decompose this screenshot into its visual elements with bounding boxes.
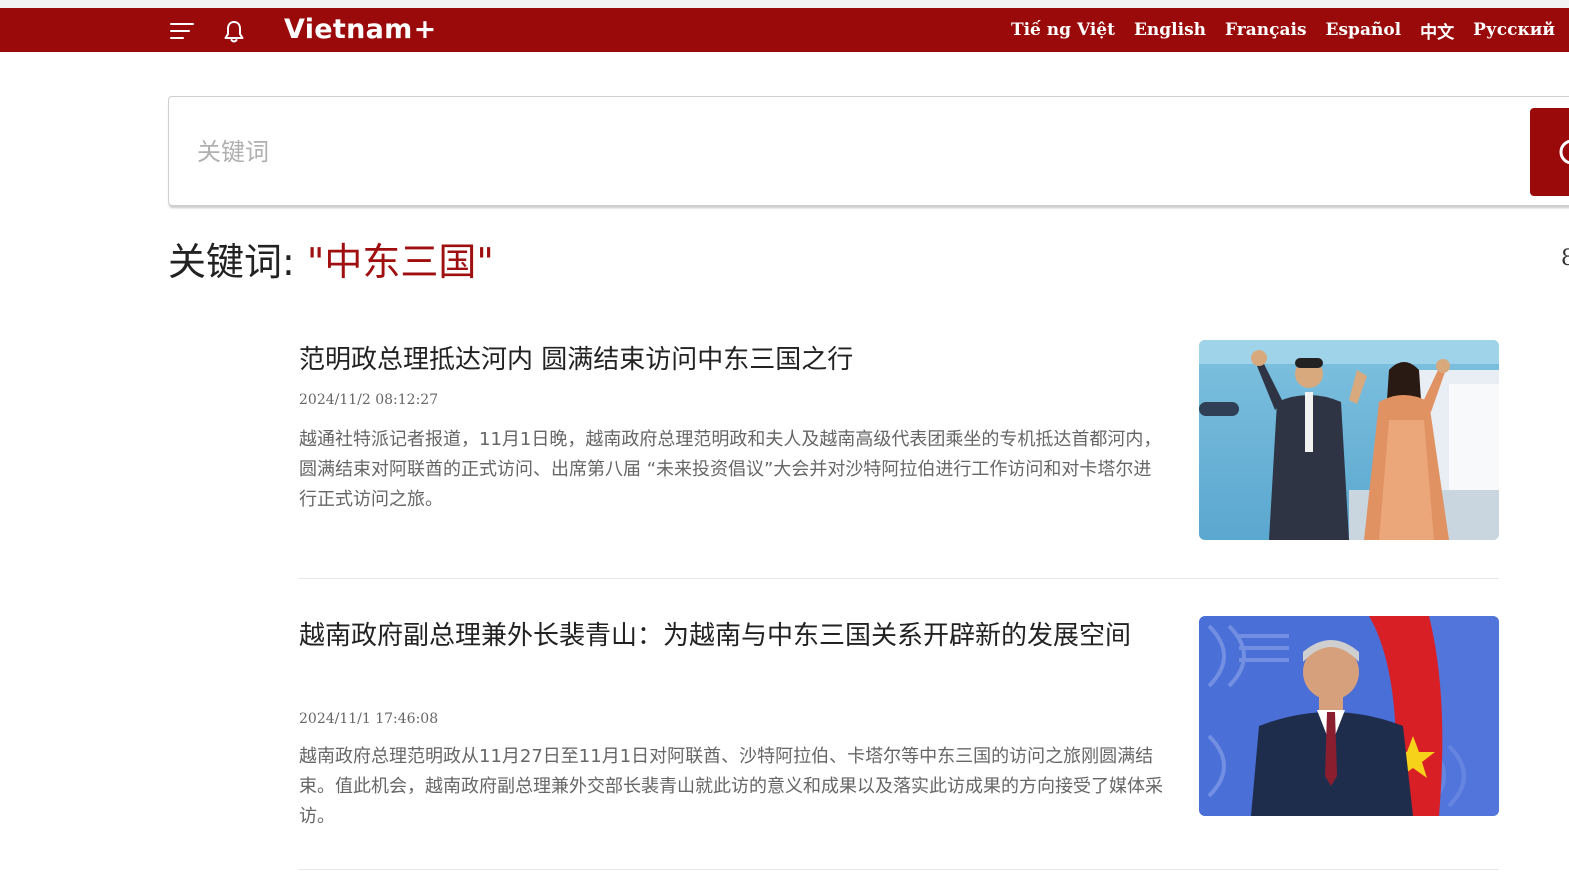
search-box [168,96,1569,206]
language-switcher: Tiế ng Việt English Français Español 中文 … [1011,8,1555,52]
article-thumbnail[interactable] [1199,340,1499,540]
search-button[interactable] [1530,108,1569,196]
search-icon [1559,139,1569,165]
article-summary: 越南政府总理范明政从11月27日至11月1日对阿联酋、沙特阿拉伯、卡塔尔等中东三… [299,746,1163,827]
article-date: 2024/11/2 08:12:27 [299,392,439,408]
result-count: 8 [1561,246,1569,271]
logo-plus: + [413,14,437,45]
keyword-heading: 关键词: "中东三国" [168,236,494,288]
lang-link-spanish[interactable]: Español [1326,20,1402,40]
lang-link-vietnamese[interactable]: Tiế ng Việt [1011,20,1115,40]
lang-link-russian[interactable]: Русский [1473,20,1555,40]
article-title[interactable]: 越南政府副总理兼外长裴青山：为越南与中东三国关系开辟新的发展空间 [299,616,1169,657]
lang-link-english[interactable]: English [1134,20,1206,40]
notification-bell-icon[interactable] [221,19,247,45]
site-header: Vietnam+ Tiế ng Việt English Français Es… [0,8,1569,52]
keyword-value: "中东三国" [306,240,494,284]
article-divider [299,578,1499,579]
article-date: 2024/11/1 17:46:08 [299,711,439,727]
article-item: 范明政总理抵达河内 圆满结束访问中东三国之行 2024/11/2 08:12:2… [299,340,1499,540]
logo-text: Vietnam [284,14,413,45]
hamburger-menu-icon[interactable] [170,22,194,40]
lang-link-french[interactable]: Français [1225,20,1307,40]
article-title[interactable]: 范明政总理抵达河内 圆满结束访问中东三国之行 [299,340,1169,381]
search-input[interactable] [195,127,1499,177]
article-divider [299,869,1499,870]
browser-top-strip [0,0,1569,8]
keyword-label: 关键词: [168,240,307,284]
lang-link-chinese[interactable]: 中文 [1420,18,1454,43]
article-summary: 越通社特派记者报道，11月1日晚，越南政府总理范明政和夫人及越南高级代表团乘坐的… [299,429,1162,510]
article-thumbnail[interactable] [1199,616,1499,816]
vietnamplus-logo[interactable]: Vietnam+ [284,12,437,48]
article-item: 越南政府副总理兼外长裴青山：为越南与中东三国关系开辟新的发展空间 2024/11… [299,616,1499,827]
